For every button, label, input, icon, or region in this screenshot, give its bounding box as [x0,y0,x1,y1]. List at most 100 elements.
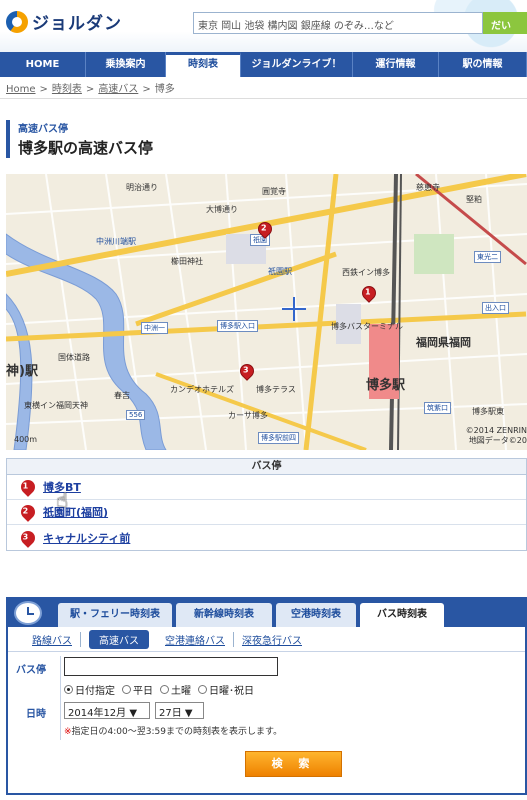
pin-icon: 1 [18,477,38,497]
bus-stop-list: バス停 1 博多BT 2 祇園町(福岡) 3 キャナルシティ前 [6,458,527,551]
map-station-pill: 556 [126,410,146,420]
map-station-pill: 中洲一 [141,322,168,334]
date-type-radios: 日付指定 平日 土曜 日曜･祝日 [64,682,261,697]
page-subtitle: 高速バス停 [18,124,68,135]
map-label: 櫛田神社 [171,257,203,266]
bus-stop-link[interactable]: 祇園町(福岡) [43,504,108,520]
radio-saturday[interactable]: 土曜 [160,682,191,697]
logo-text: ジョルダン [32,14,122,34]
nav-timetable[interactable]: 時刻表 [166,52,241,77]
timetable-search-panel: 駅・フェリー時刻表 新幹線時刻表 空港時刻表 バス時刻表 路線バス 高速バス 空… [6,597,527,795]
divider [60,656,61,740]
divider [0,98,527,99]
map-label: 東横イン福岡天神 [24,401,88,410]
map-label: カンデオホテルズ [170,385,234,394]
breadcrumb-separator: > [142,84,151,95]
map-label: 神)駅 [6,364,38,379]
breadcrumb-highway-bus[interactable]: 高速バス [98,84,138,95]
subtab-airport-bus[interactable]: 空港連絡バス [157,631,234,647]
tab-airport[interactable]: 空港時刻表 [276,603,356,627]
list-item: 2 祇園町(福岡) [7,500,526,525]
nav-home[interactable]: HOME [0,52,86,77]
map-label: 大博通り [206,205,238,214]
map-label: 堅粕 [466,195,482,204]
radio-label: 日曜･祝日 [209,686,254,697]
breadcrumb-home[interactable]: Home [6,84,36,95]
bus-stop-list-header: バス停 [7,459,526,475]
map-station-pill: 博多駅入口 [217,320,258,332]
subtab-highway-bus[interactable]: 高速バス [89,629,149,649]
tab-shinkansen[interactable]: 新幹線時刻表 [176,603,272,627]
map-pin-number: 2 [261,223,267,233]
radio-date-specified[interactable]: 日付指定 [64,682,115,697]
logo-mark-icon [6,10,28,33]
radio-icon [160,685,169,694]
hand-cursor-icon: ☝ [56,488,69,512]
map-copyright-line: 地図データ©20 [468,436,527,445]
map-station-pill: 筑紫口 [424,402,451,414]
map-label: 博多テラス [256,385,296,394]
pin-icon: 2 [18,502,38,522]
bus-stop-input[interactable] [64,657,278,676]
tab-station-ferry[interactable]: 駅・フェリー時刻表 [58,603,172,627]
map-label: 中洲川端駅 [96,237,136,246]
radio-selected-icon [64,685,73,694]
map-label: 西鉄イン博多 [342,268,390,277]
clock-icon [14,601,42,625]
date-label: 日時 [26,709,46,720]
radio-weekday[interactable]: 平日 [122,682,153,697]
list-item: 1 博多BT [7,475,526,500]
breadcrumb-separator: > [85,84,95,95]
bus-stop-label: バス停 [16,665,46,676]
radio-label: 日付指定 [75,686,115,697]
timetable-tab-bar: 駅・フェリー時刻表 新幹線時刻表 空港時刻表 バス時刻表 [8,599,525,627]
subtab-route-bus[interactable]: 路線バス [24,631,81,647]
tab-bus[interactable]: バス時刻表 [360,603,444,627]
page-title: 博多駅の高速バス停 [18,139,154,157]
pin-icon: 3 [18,527,38,548]
map[interactable]: 明治通り 圓覚寺 慈恵寺 堅粕 大博通り 中洲川端駅 祇園 東光二 櫛田神社 祇… [6,174,527,450]
search-input[interactable]: 東京 岡山 池袋 構内図 銀座線 のぞみ…など [193,12,483,34]
map-pin-number: 1 [365,287,371,297]
radio-sunday-holiday[interactable]: 日曜･祝日 [198,682,254,697]
main-nav: HOME 乗換案内 時刻表 ジョルダンライブ！ 運行情報 駅の情報 [0,52,527,77]
map-copyright: ©2014 ZENRIN 地図データ©20 [466,426,527,446]
nav-jorudan-live[interactable]: ジョルダンライブ！ [241,52,353,77]
map-label: 国体道路 [58,353,90,362]
search-button[interactable]: だい [483,12,527,34]
breadcrumb-current: 博多 [154,84,175,95]
note-mark: ※ [64,727,72,737]
map-scale: 400m [14,435,38,444]
header: ジョルダン 東京 岡山 池袋 構内図 銀座線 のぞみ…など だい [0,0,527,52]
map-label: 慈恵寺 [416,183,440,192]
map-label: 明治通り [126,183,158,192]
page-title-block: 高速バス停 博多駅の高速バス停 [6,120,153,158]
map-label: 春吉 [114,391,130,400]
map-label: カーサ博多 [228,411,268,420]
map-label: 圓覚寺 [262,187,286,196]
breadcrumb: Home > 時刻表 > 高速バス > 博多 [6,80,175,95]
breadcrumb-separator: > [39,84,48,95]
note-text: 指定日の4:00～翌3:59までの時刻表を表示します。 [71,727,283,737]
map-label: 祇園駅 [268,267,292,276]
map-station-pill: 出入口 [482,302,509,314]
map-station-pill: 東光二 [474,251,501,263]
list-item: 3 キャナルシティ前 [7,525,526,550]
day-select[interactable]: 27日 ▼ [155,702,204,719]
nav-service-info[interactable]: 運行情報 [353,52,439,77]
month-select[interactable]: 2014年12月 ▼ [64,702,150,719]
pin-number: 1 [22,481,29,491]
map-label: 福岡県福岡 [416,336,471,349]
breadcrumb-timetable[interactable]: 時刻表 [52,84,82,95]
search-submit-button[interactable]: 検 索 [245,751,342,777]
radio-label: 土曜 [171,686,191,697]
nav-station-info[interactable]: 駅の情報 [439,52,527,77]
nav-transfer[interactable]: 乗換案内 [86,52,166,77]
radio-icon [122,685,131,694]
bus-stop-link[interactable]: キャナルシティ前 [43,530,130,546]
subtab-late-night-bus[interactable]: 深夜急行バス [234,632,310,647]
bus-type-subtabs: 路線バス 高速バス 空港連絡バス 深夜急行バス [8,627,525,652]
logo[interactable]: ジョルダン [6,9,122,34]
search-form: バス停 日付指定 平日 土曜 日曜･祝日 日時 2014年12月 ▼ 27日 ▼… [8,652,525,793]
map-label: 博多バスターミナル [331,322,403,331]
